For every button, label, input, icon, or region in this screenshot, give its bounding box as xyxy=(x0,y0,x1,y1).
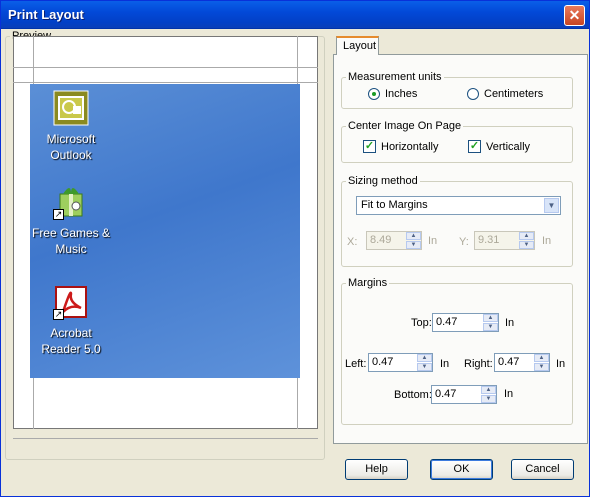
tab-strip-line xyxy=(379,54,588,55)
sizing-method-select[interactable]: Fit to Margins ▼ xyxy=(356,196,561,215)
margin-guide-bottom xyxy=(13,438,318,439)
ok-button[interactable]: OK xyxy=(430,459,493,480)
y-size-stepper: 9.31 ▲ ▼ xyxy=(474,231,535,250)
x-label: X: xyxy=(347,236,358,248)
shortcut-arrow-icon: ↗ xyxy=(53,309,64,320)
top-margin-stepper[interactable]: 0.47 ▲ ▼ xyxy=(432,313,499,332)
left-margin-unit: In xyxy=(440,358,450,370)
cancel-button[interactable]: Cancel xyxy=(511,459,574,480)
games-icon: ↗ xyxy=(53,184,89,220)
inches-radio-label: Inches xyxy=(385,88,418,100)
chevron-down-icon[interactable]: ▼ xyxy=(544,198,559,213)
spin-up-icon: ▲ xyxy=(519,232,534,240)
desktop-icon-acrobat: ↗ Acrobat Reader 5.0 xyxy=(16,284,126,357)
sizing-method-value: Fit to Margins xyxy=(361,199,428,211)
right-margin-unit: In xyxy=(556,358,566,370)
right-margin-label: Right: xyxy=(464,358,493,370)
right-margin-stepper[interactable]: 0.47 ▲ ▼ xyxy=(494,353,550,372)
inches-radio[interactable]: Inches xyxy=(368,88,417,100)
horizontally-label: Horizontally xyxy=(381,140,439,153)
x-unit-label: In xyxy=(428,235,438,247)
preview-desktop-image: Microsoft Outlook ↗ Free Games & Music ↗… xyxy=(30,84,300,378)
check-icon: ✓ xyxy=(363,140,376,153)
vertically-checkbox[interactable]: ✓ Vertically xyxy=(468,140,530,153)
bottom-margin-stepper[interactable]: 0.47 ▲ ▼ xyxy=(431,385,497,404)
margins-legend: Margins xyxy=(348,277,388,289)
sizing-method-legend: Sizing method xyxy=(348,175,418,187)
center-image-legend: Center Image On Page xyxy=(348,120,462,132)
spin-up-icon: ▲ xyxy=(406,232,421,240)
horizontally-checkbox[interactable]: ✓ Horizontally xyxy=(363,140,438,153)
spin-down-icon: ▼ xyxy=(519,241,534,249)
radio-empty-dot xyxy=(467,88,479,100)
margin-guide-top xyxy=(13,82,318,83)
help-button[interactable]: Help xyxy=(345,459,408,480)
shortcut-arrow-icon: ↗ xyxy=(53,209,64,220)
measurement-units-legend: Measurement units xyxy=(348,71,442,83)
tab-layout[interactable]: Layout xyxy=(336,36,379,55)
y-unit-label: In xyxy=(542,235,552,247)
left-margin-stepper[interactable]: 0.47 ▲ ▼ xyxy=(368,353,433,372)
print-layout-dialog: Print Layout ✕ Preview Microsoft Outlook xyxy=(0,0,590,497)
check-icon: ✓ xyxy=(468,140,481,153)
centimeters-radio[interactable]: Centimeters xyxy=(467,88,543,100)
window-title: Print Layout xyxy=(8,7,84,22)
left-margin-value[interactable]: 0.47 xyxy=(372,356,393,368)
desktop-icon-free-games: ↗ Free Games & Music xyxy=(16,184,126,257)
spin-down-icon[interactable]: ▼ xyxy=(483,323,498,331)
top-margin-label: Top: xyxy=(411,317,432,329)
radio-selected-dot xyxy=(368,88,380,100)
centimeters-radio-label: Centimeters xyxy=(484,88,544,100)
x-size-stepper: 8.49 ▲ ▼ xyxy=(366,231,422,250)
bottom-margin-label: Bottom: xyxy=(394,389,432,401)
top-margin-unit: In xyxy=(505,317,515,329)
close-button[interactable]: ✕ xyxy=(564,5,585,26)
page-edge-top xyxy=(13,67,318,68)
spin-up-icon[interactable]: ▲ xyxy=(481,386,496,394)
top-margin-value[interactable]: 0.47 xyxy=(436,316,457,328)
spin-down-icon: ▼ xyxy=(406,241,421,249)
desktop-icon-free-games-label: Free Games & Music xyxy=(31,226,111,256)
vertically-label: Vertically xyxy=(486,140,531,153)
spin-down-icon[interactable]: ▼ xyxy=(481,395,496,403)
bottom-margin-unit: In xyxy=(504,388,514,400)
desktop-icon-outlook: Microsoft Outlook xyxy=(16,90,126,163)
acrobat-icon: ↗ xyxy=(53,284,89,320)
spin-down-icon[interactable]: ▼ xyxy=(534,363,549,371)
outlook-icon xyxy=(53,90,89,126)
sizing-method-group: Sizing method xyxy=(341,175,573,267)
spin-up-icon[interactable]: ▲ xyxy=(483,314,498,322)
title-bar[interactable]: Print Layout ✕ xyxy=(1,1,589,29)
x-size-value: 8.49 xyxy=(370,234,392,246)
desktop-icon-acrobat-label: Acrobat Reader 5.0 xyxy=(41,326,101,356)
right-margin-value[interactable]: 0.47 xyxy=(498,356,519,368)
spin-up-icon[interactable]: ▲ xyxy=(417,354,432,362)
spin-down-icon[interactable]: ▼ xyxy=(417,363,432,371)
desktop-icon-outlook-label: Microsoft Outlook xyxy=(46,132,96,162)
left-margin-label: Left: xyxy=(345,358,367,370)
y-label: Y: xyxy=(459,236,469,248)
bottom-margin-value[interactable]: 0.47 xyxy=(435,388,456,400)
y-size-value: 9.31 xyxy=(478,234,500,246)
spin-up-icon[interactable]: ▲ xyxy=(534,354,549,362)
